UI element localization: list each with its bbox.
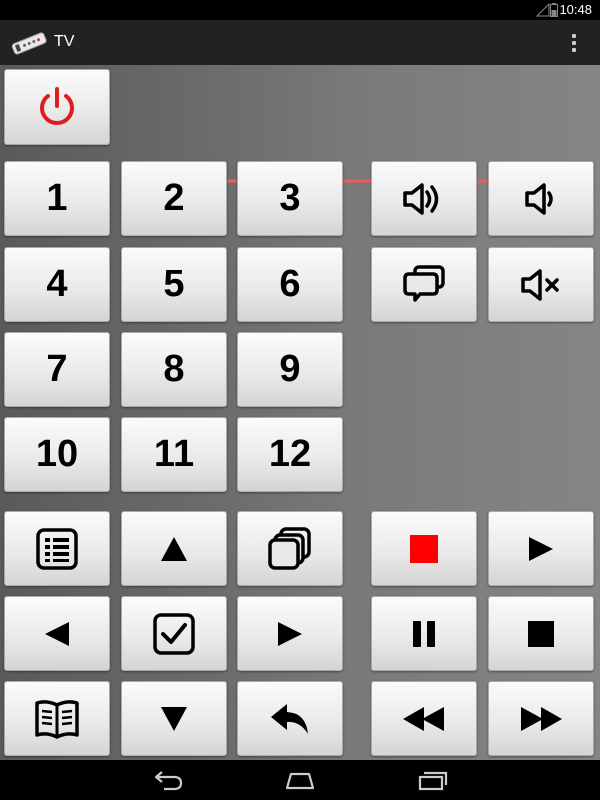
checkbox-icon xyxy=(153,612,195,655)
digit-5-button[interactable]: 5 xyxy=(121,247,227,322)
book-icon xyxy=(35,699,79,739)
remote-panel: 1 2 3 4 5 6 7 8 9 10 11 12 xyxy=(0,65,600,760)
fast-forward-button[interactable] xyxy=(488,681,594,756)
ok-button[interactable] xyxy=(121,596,227,671)
record-button[interactable] xyxy=(371,511,477,586)
back-nav-icon[interactable] xyxy=(150,769,184,791)
mute-button[interactable] xyxy=(488,247,594,322)
digit-label: 11 xyxy=(153,433,195,475)
digit-label: 10 xyxy=(35,433,79,475)
volume-down-icon xyxy=(525,182,553,215)
pause-icon xyxy=(413,620,435,647)
left-button[interactable] xyxy=(4,596,110,671)
home-nav-icon[interactable] xyxy=(283,769,317,791)
play-button[interactable] xyxy=(488,511,594,586)
play-icon xyxy=(529,536,553,561)
digit-9-button[interactable]: 9 xyxy=(237,332,343,407)
battery-icon xyxy=(550,3,558,17)
status-bar: 10:48 xyxy=(0,0,600,20)
volume-up-icon xyxy=(403,182,439,215)
copy-button[interactable] xyxy=(237,511,343,586)
stop-icon xyxy=(528,620,554,647)
clock: 10:48 xyxy=(559,2,592,17)
digit-4-button[interactable]: 4 xyxy=(4,247,110,322)
info-button[interactable] xyxy=(4,681,110,756)
digit-11-button[interactable]: 11 xyxy=(121,417,227,492)
volume-down-button[interactable] xyxy=(488,161,594,236)
digit-label: 5 xyxy=(163,263,185,305)
digit-label: 3 xyxy=(279,177,301,219)
reply-icon xyxy=(271,703,308,734)
digit-6-button[interactable]: 6 xyxy=(237,247,343,322)
digit-label: 9 xyxy=(279,348,301,390)
guide-button[interactable] xyxy=(4,511,110,586)
volume-up-button[interactable] xyxy=(371,161,477,236)
up-button[interactable] xyxy=(121,511,227,586)
remote-control-icon xyxy=(11,32,47,55)
down-button[interactable] xyxy=(121,681,227,756)
record-icon xyxy=(410,534,438,563)
copy-icon xyxy=(268,526,311,570)
digit-10-button[interactable]: 10 xyxy=(4,417,110,492)
digit-label: 7 xyxy=(46,348,68,390)
digit-label: 8 xyxy=(163,348,185,390)
right-button[interactable] xyxy=(237,596,343,671)
signal-icon xyxy=(536,3,550,17)
list-icon xyxy=(36,527,78,570)
rewind-icon xyxy=(403,706,444,731)
chat-bubbles-icon xyxy=(403,264,445,302)
digit-12-button[interactable]: 12 xyxy=(237,417,343,492)
triangle-up-icon xyxy=(161,536,187,561)
power-button[interactable] xyxy=(4,69,110,145)
triangle-right-icon xyxy=(278,621,302,646)
mute-icon xyxy=(521,268,559,301)
app-title: TV xyxy=(54,33,75,50)
back-button[interactable] xyxy=(237,681,343,756)
digit-label: 12 xyxy=(268,433,312,475)
pause-button[interactable] xyxy=(371,596,477,671)
digit-label: 2 xyxy=(163,177,185,219)
digit-1-button[interactable]: 1 xyxy=(4,161,110,236)
stop-button[interactable] xyxy=(488,596,594,671)
action-bar: TV xyxy=(0,20,600,65)
triangle-down-icon xyxy=(161,706,187,731)
source-button[interactable] xyxy=(371,247,477,322)
digit-7-button[interactable]: 7 xyxy=(4,332,110,407)
digit-label: 6 xyxy=(279,263,301,305)
digit-2-button[interactable]: 2 xyxy=(121,161,227,236)
fast-forward-icon xyxy=(521,706,562,731)
system-nav-bar xyxy=(0,760,600,800)
recents-nav-icon[interactable] xyxy=(416,769,450,791)
power-icon xyxy=(40,87,74,125)
rewind-button[interactable] xyxy=(371,681,477,756)
digit-8-button[interactable]: 8 xyxy=(121,332,227,407)
digit-3-button[interactable]: 3 xyxy=(237,161,343,236)
digit-label: 1 xyxy=(46,177,68,219)
triangle-left-icon xyxy=(45,621,69,646)
overflow-menu-icon[interactable] xyxy=(564,32,584,54)
digit-label: 4 xyxy=(46,263,68,305)
